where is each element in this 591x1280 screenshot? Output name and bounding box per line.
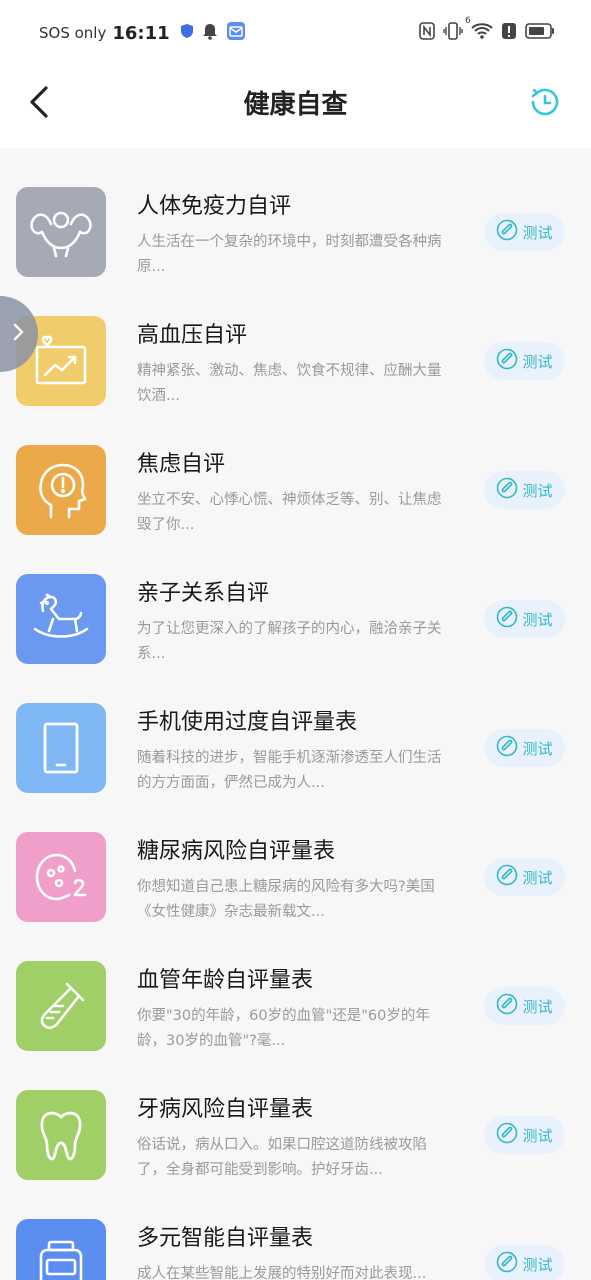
- paperclip-icon: [496, 864, 518, 890]
- item-title: 牙病风险自评量表: [137, 1097, 314, 1122]
- history-button[interactable]: [525, 82, 565, 122]
- test-button[interactable]: 测试: [484, 729, 565, 767]
- paperclip-icon: [496, 735, 518, 761]
- carrier-text: SOS only: [39, 24, 107, 42]
- test-tube-icon: [16, 961, 106, 1051]
- shield-icon: [180, 23, 194, 43]
- test-button-label: 测试: [522, 1126, 553, 1145]
- item-title: 高血压自评: [137, 323, 248, 348]
- bell-icon: [202, 22, 218, 44]
- paperclip-icon: [496, 219, 518, 245]
- list-item[interactable]: 手机使用过度自评量表 随着科技的进步，智能手机逐渐渗透至人们生活的方方面面，俨然…: [0, 664, 591, 793]
- item-title: 糖尿病风险自评量表: [137, 839, 336, 864]
- list-item[interactable]: 牙病风险自评量表 俗话说，病从口入。如果口腔这道防线被攻陷了，全身都可能受到影响…: [0, 1051, 591, 1180]
- status-right: 6: [419, 16, 555, 46]
- app-notification-icon: [226, 21, 246, 45]
- history-clock-icon: [525, 88, 565, 126]
- item-desc: 为了让您更深入的了解孩子的内心，融洽亲子关系...: [137, 621, 442, 662]
- test-button-label: 测试: [522, 997, 553, 1016]
- paperclip-icon: [496, 477, 518, 503]
- list-item[interactable]: 人体免疫力自评 人生活在一个复杂的环境中，时刻都遭受各种病原... 测试: [0, 148, 591, 277]
- scale-icon: [16, 1219, 106, 1280]
- item-desc: 精神紧张、激动、焦虑、饮食不规律、应酬大量饮酒...: [137, 363, 442, 404]
- item-title: 焦虑自评: [137, 452, 226, 477]
- clock-time: 16:11: [112, 22, 170, 44]
- item-desc: 俗话说，病从口入。如果口腔这道防线被攻陷了，全身都可能受到影响。护好牙齿...: [137, 1137, 427, 1178]
- test-button-label: 测试: [522, 868, 553, 887]
- paperclip-icon: [496, 1251, 518, 1277]
- item-desc: 成人在某些智能上发展的特别好而对此表现...: [137, 1266, 427, 1280]
- list-item[interactable]: 焦虑自评 坐立不安、心悸心慌、神烦体乏等、别、让焦虑毁了你... 测试: [0, 406, 591, 535]
- paperclip-icon: [496, 606, 518, 632]
- test-button-label: 测试: [522, 481, 553, 500]
- page-title: 健康自查: [243, 90, 348, 120]
- test-button[interactable]: 测试: [484, 1245, 565, 1280]
- item-title: 手机使用过度自评量表: [137, 710, 358, 735]
- item-desc: 坐立不安、心悸心慌、神烦体乏等、别、让焦虑毁了你...: [137, 492, 442, 533]
- app-header: 健康自查: [0, 66, 591, 148]
- paperclip-icon: [496, 993, 518, 1019]
- status-bar: SOS only 16:11 6: [0, 0, 591, 66]
- chevron-right-icon: [11, 322, 27, 346]
- vibrate-icon: [443, 22, 463, 44]
- alert-icon: [501, 22, 517, 44]
- list-item[interactable]: 高血压自评 精神紧张、激动、焦虑、饮食不规律、应酬大量饮酒... 测试: [0, 277, 591, 406]
- item-title: 血管年龄自评量表: [137, 968, 314, 993]
- assessment-list: 人体免疫力自评 人生活在一个复杂的环境中，时刻都遭受各种病原... 测试 高血压…: [0, 148, 591, 1280]
- glucose-icon: [16, 832, 106, 922]
- test-button[interactable]: 测试: [484, 471, 565, 509]
- wifi-icon: 6: [465, 16, 493, 44]
- item-title: 人体免疫力自评: [137, 194, 292, 219]
- item-desc: 随着科技的进步，智能手机逐渐渗透至人们生活的方方面面，俨然已成为人...: [137, 750, 442, 791]
- test-button[interactable]: 测试: [484, 213, 565, 251]
- head-exclaim-icon: [16, 445, 106, 535]
- test-button[interactable]: 测试: [484, 987, 565, 1025]
- tooth-icon: [16, 1090, 106, 1180]
- item-title: 多元智能自评量表: [137, 1226, 314, 1251]
- list-item[interactable]: 亲子关系自评 为了让您更深入的了解孩子的内心，融洽亲子关系... 测试: [0, 535, 591, 664]
- nfc-icon: [419, 22, 435, 44]
- battery-icon: [525, 23, 555, 43]
- health-self-check-page: SOS only 16:11 6 健康自查 人体免疫力自评 人生活在一个复杂的环…: [0, 0, 591, 1280]
- rocking-horse-icon: [16, 574, 106, 664]
- list-item[interactable]: 糖尿病风险自评量表 你想知道自己患上糖尿病的风险有多大吗?美国《女性健康》杂志最…: [0, 793, 591, 922]
- item-title: 亲子关系自评: [137, 581, 270, 606]
- list-item[interactable]: 血管年龄自评量表 你要"30的年龄，60岁的血管"还是"60岁的年龄，30岁的血…: [0, 922, 591, 1051]
- phone-icon: [16, 703, 106, 793]
- muscle-icon: [16, 187, 106, 277]
- test-button-label: 测试: [522, 223, 553, 242]
- list-item[interactable]: 多元智能自评量表 成人在某些智能上发展的特别好而对此表现... 测试: [0, 1180, 591, 1280]
- paperclip-icon: [496, 1122, 518, 1148]
- status-left: SOS only 16:11: [39, 20, 254, 46]
- test-button[interactable]: 测试: [484, 858, 565, 896]
- item-desc: 你想知道自己患上糖尿病的风险有多大吗?美国《女性健康》杂志最新载文...: [137, 879, 435, 920]
- test-button-label: 测试: [522, 1255, 553, 1274]
- signal-badge-text: 6: [465, 16, 471, 26]
- test-button[interactable]: 测试: [484, 1116, 565, 1154]
- test-button-label: 测试: [522, 610, 553, 629]
- item-desc: 你要"30的年龄，60岁的血管"还是"60岁的年龄，30岁的血管"?毫...: [137, 1008, 430, 1049]
- test-button[interactable]: 测试: [484, 342, 565, 380]
- item-desc: 人生活在一个复杂的环境中，时刻都遭受各种病原...: [137, 234, 442, 275]
- test-button[interactable]: 测试: [484, 600, 565, 638]
- test-button-label: 测试: [522, 739, 553, 758]
- test-button-label: 测试: [522, 352, 553, 371]
- paperclip-icon: [496, 348, 518, 374]
